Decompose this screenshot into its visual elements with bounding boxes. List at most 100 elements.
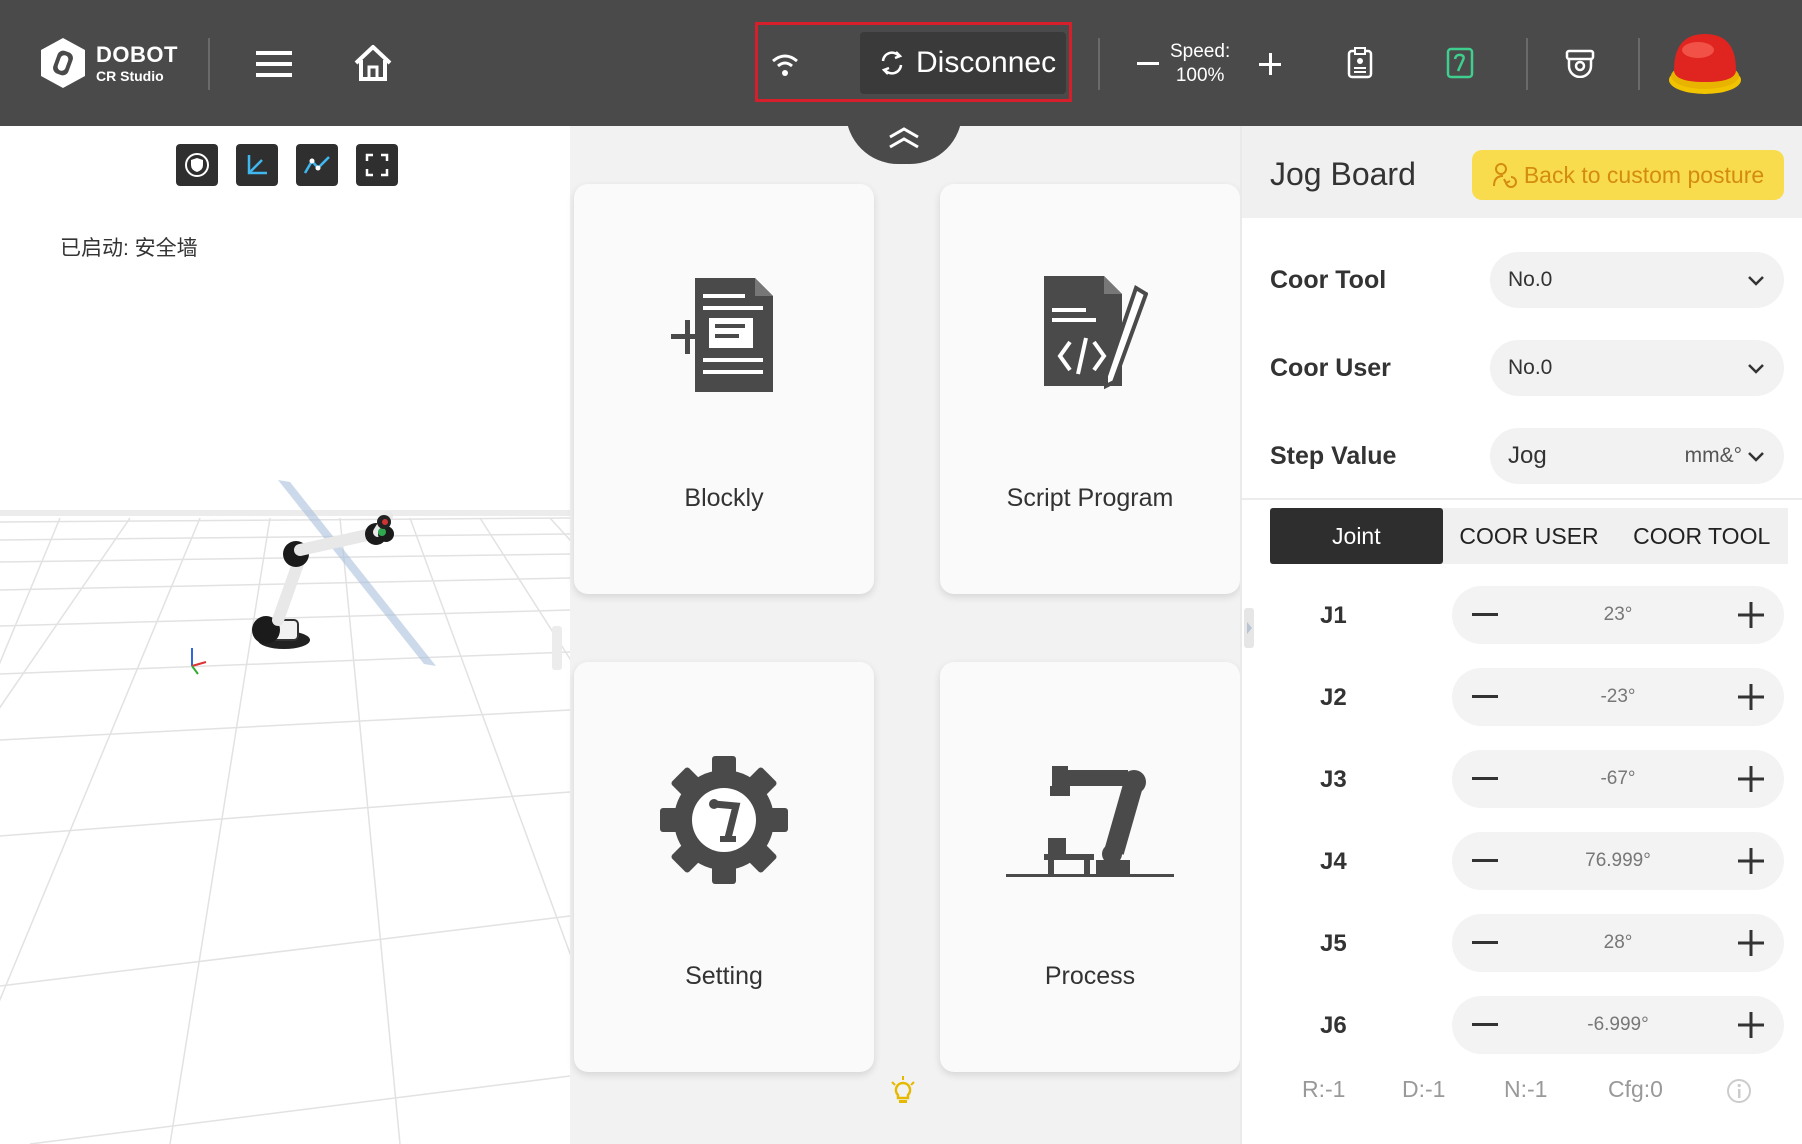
joint-increase-button[interactable]	[1736, 600, 1766, 630]
coor-tool-select[interactable]: No.0	[1490, 252, 1784, 308]
coor-user-label: Coor User	[1270, 354, 1391, 382]
posture-icon	[1492, 163, 1517, 188]
coor-tool-label: Coor Tool	[1270, 266, 1387, 294]
joint-increase-button[interactable]	[1736, 1010, 1766, 1040]
speed-increase-button[interactable]	[1256, 50, 1284, 78]
n-value: N:-1	[1504, 1076, 1548, 1102]
top-bar: DOBOT CR Studio Disconnec Speed: 100%	[0, 0, 1802, 126]
app-root: DOBOT CR Studio Disconnec Speed: 100% 已启…	[0, 0, 1802, 1144]
3d-viewport[interactable]: 已启动: 安全墙	[0, 126, 570, 1144]
step-unit: mm&°	[1684, 444, 1742, 467]
divider	[208, 38, 210, 90]
script-icon	[1044, 276, 1148, 390]
log-icon[interactable]	[1344, 46, 1376, 80]
joint-value: 76.999°	[1585, 850, 1651, 871]
divider	[1526, 38, 1528, 90]
tab-coor-tool[interactable]: COOR TOOL	[1615, 508, 1788, 564]
joint-stepper: 28°	[1452, 914, 1784, 972]
joint-stepper: 23°	[1452, 586, 1784, 644]
coor-tool-value: No.0	[1508, 268, 1553, 291]
info-icon[interactable]	[1726, 1078, 1752, 1104]
drag-mode-icon[interactable]	[1444, 46, 1476, 80]
joint-decrease-button[interactable]	[1470, 766, 1500, 792]
tab-coor-user[interactable]: COOR USER	[1443, 508, 1616, 564]
lightbulb-icon[interactable]	[890, 1076, 916, 1106]
joint-decrease-button[interactable]	[1470, 930, 1500, 956]
joint-value: 28°	[1603, 932, 1633, 953]
safety-wall-status: 已启动: 安全墙	[60, 237, 198, 260]
setting-card[interactable]: Setting	[574, 662, 874, 1072]
chevron-down-icon	[1748, 364, 1764, 374]
back-to-custom-posture-button[interactable]: Back to custom posture	[1472, 150, 1784, 200]
emergency-stop-button[interactable]	[1666, 28, 1744, 98]
coordinate-tabs: Joint COOR USER COOR TOOL	[1270, 508, 1788, 564]
jog-board-header: Jog Board Back to custom posture	[1242, 126, 1802, 218]
joint-row-j4: J4 76.999°	[1242, 832, 1802, 892]
logo-title: DOBOT	[96, 41, 178, 67]
joint-name: J6	[1320, 1012, 1347, 1039]
d-value: D:-1	[1402, 1076, 1446, 1102]
process-card[interactable]: Process	[940, 662, 1240, 1072]
blockly-card[interactable]: Blockly	[574, 184, 874, 594]
step-value-select[interactable]: Jog mm&°	[1490, 428, 1784, 484]
step-value-label: Step Value	[1270, 442, 1397, 470]
dobot-logo: DOBOT CR Studio	[38, 36, 178, 90]
joint-name: J4	[1320, 848, 1347, 875]
process-icon	[1006, 766, 1174, 877]
disconnect-label: Disconnec	[916, 46, 1057, 79]
joint-increase-button[interactable]	[1736, 682, 1766, 712]
joint-decrease-button[interactable]	[1470, 684, 1500, 710]
script-program-label: Script Program	[1006, 484, 1174, 512]
wifi-icon	[768, 50, 802, 80]
divider	[1638, 38, 1640, 90]
menu-icon[interactable]	[254, 44, 294, 84]
joint-value: -67°	[1600, 768, 1636, 789]
cfg-value: Cfg:0	[1608, 1076, 1663, 1102]
joint-value: -23°	[1600, 686, 1636, 707]
joint-increase-button[interactable]	[1736, 846, 1766, 876]
viewport-collapse-handle[interactable]	[552, 626, 562, 670]
joint-stepper: -6.999°	[1452, 996, 1784, 1054]
joint-decrease-button[interactable]	[1470, 602, 1500, 628]
joint-decrease-button[interactable]	[1470, 848, 1500, 874]
camera-icon[interactable]	[1562, 46, 1598, 80]
speed-label: Speed:	[1170, 41, 1231, 62]
view-toolbar	[176, 144, 398, 186]
back-button-label: Back to custom posture	[1523, 161, 1765, 188]
home-icon[interactable]	[350, 40, 396, 86]
speed-display: Speed: 100%	[1170, 40, 1230, 88]
joint-row-j3: J3 -67°	[1242, 750, 1802, 810]
logo-subtitle: CR Studio	[96, 67, 164, 84]
coor-user-select[interactable]: No.0	[1490, 340, 1784, 396]
jog-board-panel: Jog Board Back to custom posture Coor To…	[1240, 126, 1802, 1144]
trajectory-toggle[interactable]	[296, 144, 338, 186]
fullscreen-icon	[365, 153, 389, 177]
main-menu: Blockly Script Program Setting Process	[570, 126, 1240, 1144]
setting-label: Setting	[685, 962, 763, 990]
floor-grid	[0, 480, 570, 1144]
coordinate-toggle[interactable]	[236, 144, 278, 186]
speed-value: 100%	[1175, 65, 1225, 86]
joint-stepper: 76.999°	[1452, 832, 1784, 890]
r-value: R:-1	[1302, 1076, 1346, 1102]
joint-stepper: -67°	[1452, 750, 1784, 808]
blockly-icon	[671, 278, 773, 392]
joint-decrease-button[interactable]	[1470, 1012, 1500, 1038]
double-chevron-up-icon	[889, 127, 919, 149]
speed-decrease-button[interactable]	[1134, 54, 1162, 74]
reconnect-icon	[881, 51, 903, 75]
joint-row-j6: J6 -6.999°	[1242, 996, 1802, 1056]
fullscreen-button[interactable]	[356, 144, 398, 186]
joint-increase-button[interactable]	[1736, 764, 1766, 794]
joint-name: J1	[1320, 602, 1347, 629]
safety-wall-toggle[interactable]	[176, 144, 218, 186]
script-program-card[interactable]: Script Program	[940, 184, 1240, 594]
jog-board-title: Jog Board	[1270, 156, 1416, 192]
joint-increase-button[interactable]	[1736, 928, 1766, 958]
dobot-logo-icon	[41, 38, 85, 88]
disconnect-button[interactable]: Disconnec	[860, 32, 1066, 94]
joint-value: 23°	[1603, 604, 1633, 625]
jog-panel-collapse-handle[interactable]	[1244, 608, 1254, 648]
gear-icon	[660, 756, 788, 884]
tab-joint[interactable]: Joint	[1270, 508, 1443, 564]
